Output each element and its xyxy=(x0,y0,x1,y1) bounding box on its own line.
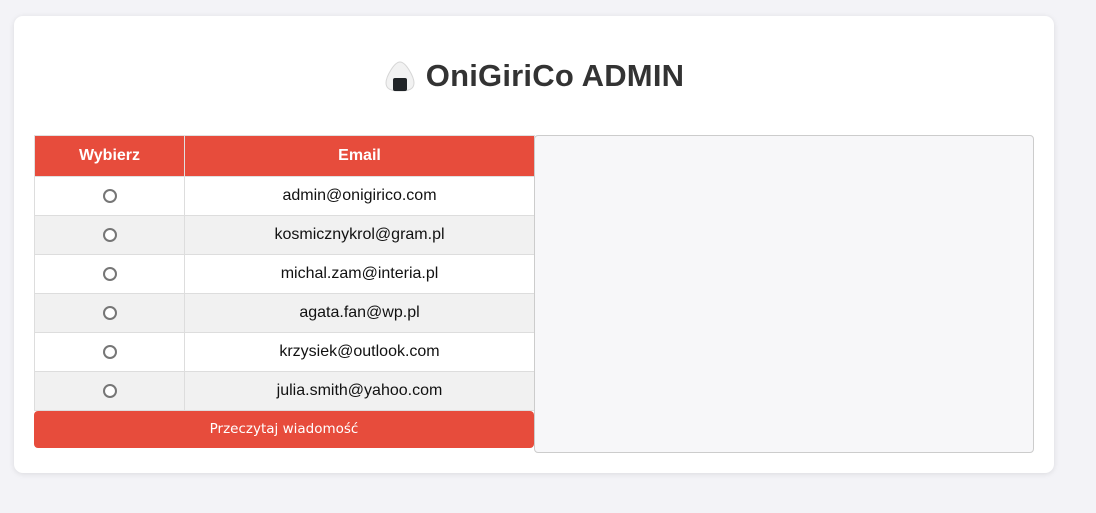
table-row[interactable]: agata.fan@wp.pl xyxy=(34,293,535,333)
email-cell: admin@onigirico.com xyxy=(184,176,535,216)
select-radio[interactable] xyxy=(102,227,117,242)
read-message-button[interactable]: Przeczytaj wiadomość xyxy=(34,411,534,448)
email-cell: krzysiek@outlook.com xyxy=(184,332,535,372)
select-radio[interactable] xyxy=(102,266,117,281)
select-cell xyxy=(34,332,185,372)
select-cell xyxy=(34,371,185,411)
onigiri-icon xyxy=(384,59,416,93)
email-cell: julia.smith@yahoo.com xyxy=(184,371,535,411)
select-cell xyxy=(34,254,185,294)
select-cell xyxy=(34,215,185,255)
select-radio[interactable] xyxy=(102,383,117,398)
table-row[interactable]: admin@onigirico.com xyxy=(34,176,535,216)
table-row[interactable]: kosmicznykrol@gram.pl xyxy=(34,215,535,255)
select-radio[interactable] xyxy=(102,305,117,320)
column-header-email: Email xyxy=(184,135,535,177)
table-row[interactable]: michal.zam@interia.pl xyxy=(34,254,535,294)
table-header-row: Wybierz Email xyxy=(34,135,535,177)
select-cell xyxy=(34,293,185,333)
email-cell: kosmicznykrol@gram.pl xyxy=(184,215,535,255)
email-list-panel: Wybierz Email admin@onigirico.com kosmic… xyxy=(34,135,535,448)
table-row[interactable]: julia.smith@yahoo.com xyxy=(34,371,535,411)
message-preview-panel xyxy=(534,135,1034,453)
email-cell: michal.zam@interia.pl xyxy=(184,254,535,294)
select-radio[interactable] xyxy=(102,344,117,359)
column-header-select: Wybierz xyxy=(34,135,185,177)
email-table: Wybierz Email admin@onigirico.com kosmic… xyxy=(34,135,535,411)
page-title-text: OniGiriCo ADMIN xyxy=(425,58,685,93)
table-row[interactable]: krzysiek@outlook.com xyxy=(34,332,535,372)
select-cell xyxy=(34,176,185,216)
email-cell: agata.fan@wp.pl xyxy=(184,293,535,333)
page-title: OniGiriCo ADMIN xyxy=(14,56,1054,96)
admin-card: OniGiriCo ADMIN Wybierz Email admin@onig… xyxy=(14,16,1054,473)
select-radio[interactable] xyxy=(102,188,117,203)
